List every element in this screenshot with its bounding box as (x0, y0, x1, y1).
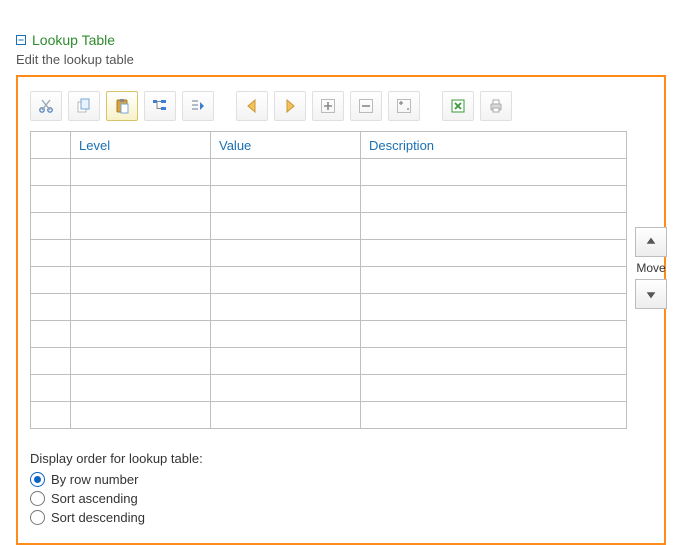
section-title: Lookup Table (32, 32, 115, 48)
toolbar (30, 87, 652, 131)
radio-sort-descending[interactable]: Sort descending (30, 510, 652, 525)
indent-button[interactable] (182, 91, 214, 121)
copy-button[interactable] (68, 91, 100, 121)
col-description[interactable]: Description (361, 132, 627, 159)
move-label: Move (636, 261, 665, 275)
add-button[interactable] (312, 91, 344, 121)
col-value[interactable]: Value (211, 132, 361, 159)
section-subtitle: Edit the lookup table (16, 52, 666, 67)
radio-label: Sort descending (51, 510, 145, 525)
radio-icon (30, 491, 45, 506)
prev-button[interactable] (236, 91, 268, 121)
collapse-icon[interactable] (16, 35, 26, 45)
add-small-button[interactable] (388, 91, 420, 121)
paste-button[interactable] (106, 91, 138, 121)
col-level[interactable]: Level (71, 132, 211, 159)
move-down-button[interactable] (635, 279, 667, 309)
radio-icon (30, 510, 45, 525)
grid-header-row: Level Value Description (31, 132, 627, 159)
radio-icon (30, 472, 45, 487)
table-row[interactable] (31, 186, 627, 213)
lookup-grid[interactable]: Level Value Description (30, 131, 627, 429)
table-row[interactable] (31, 402, 627, 429)
section-header: Lookup Table (16, 32, 666, 48)
radio-label: By row number (51, 472, 138, 487)
lookup-panel: Level Value Description Move (16, 75, 666, 545)
move-up-button[interactable] (635, 227, 667, 257)
table-row[interactable] (31, 240, 627, 267)
table-row[interactable] (31, 213, 627, 240)
table-row[interactable] (31, 159, 627, 186)
move-controls: Move (635, 227, 667, 309)
grid-body (31, 159, 627, 429)
table-row[interactable] (31, 294, 627, 321)
remove-button[interactable] (350, 91, 382, 121)
table-row[interactable] (31, 375, 627, 402)
col-rownum[interactable] (31, 132, 71, 159)
table-row[interactable] (31, 267, 627, 294)
table-row[interactable] (31, 321, 627, 348)
excel-button[interactable] (442, 91, 474, 121)
tree-button[interactable] (144, 91, 176, 121)
print-button[interactable] (480, 91, 512, 121)
display-order-options: Display order for lookup table: By row n… (30, 451, 652, 525)
radio-sort-ascending[interactable]: Sort ascending (30, 491, 652, 506)
table-row[interactable] (31, 348, 627, 375)
options-title: Display order for lookup table: (30, 451, 652, 466)
radio-label: Sort ascending (51, 491, 138, 506)
next-button[interactable] (274, 91, 306, 121)
cut-button[interactable] (30, 91, 62, 121)
radio-by-row-number[interactable]: By row number (30, 472, 652, 487)
